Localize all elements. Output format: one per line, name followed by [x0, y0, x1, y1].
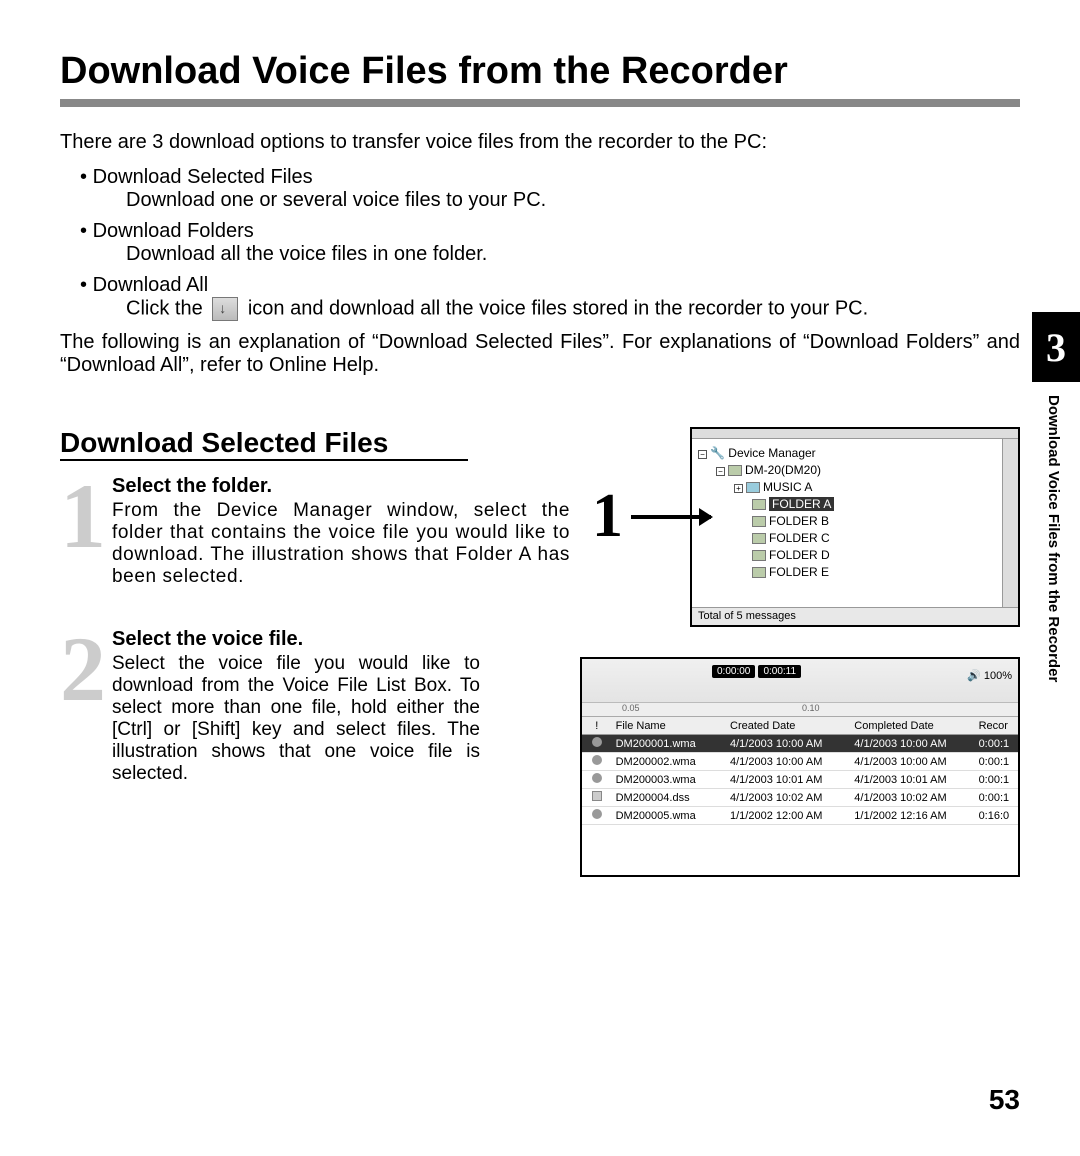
tree-folder-e[interactable]: FOLDER E [698, 564, 1012, 581]
step-1-body: From the Device Manager window, select t… [112, 500, 570, 588]
page-title: Download Voice Files from the Recorder [60, 50, 1020, 93]
status-bar: Total of 5 messages [692, 607, 1018, 625]
download-all-icon [212, 297, 238, 321]
table-row[interactable]: DM200005.wma 1/1/2002 12:00 AM 1/1/2002 … [582, 807, 1018, 825]
tree-folder-b[interactable]: FOLDER B [698, 513, 1012, 530]
tree-folder-a[interactable]: FOLDER A [698, 496, 1012, 513]
time-total: 0:00:11 [758, 665, 801, 678]
step-1-number: 1 [60, 481, 106, 553]
step-1-title: Select the folder. [112, 475, 570, 498]
options-list: • Download Selected Files Download one o… [80, 166, 1020, 321]
option-1-desc: Download one or several voice files to y… [126, 189, 1020, 212]
time-current: 0:00:00 [712, 665, 755, 678]
tree-music[interactable]: +MUSIC A [698, 479, 1012, 496]
side-title: Download Voice Files from the Recorder [1045, 395, 1062, 682]
table-row[interactable]: DM200004.dss 4/1/2003 10:02 AM 4/1/2003 … [582, 789, 1018, 807]
device-manager-screenshot: −🔧 Device Manager −DM-20(DM20) +MUSIC A … [690, 427, 1020, 627]
table-row[interactable]: DM200002.wma 4/1/2003 10:00 AM 4/1/2003 … [582, 753, 1018, 771]
step-2-title: Select the voice file. [112, 628, 480, 651]
table-header: ! File Name Created Date Completed Date … [582, 717, 1018, 735]
waveform-ruler: 0.05 0.10 [582, 702, 1018, 716]
tree-device[interactable]: −DM-20(DM20) [698, 462, 1012, 479]
step-1: 1 Select the folder. From the Device Man… [60, 475, 570, 588]
step-2-number: 2 [60, 634, 106, 706]
pointer-1: 1 [592, 481, 711, 552]
file-list-screenshot: 0:00:00 0:00:11 🔊 100% 0.05 0.10 ! File … [580, 657, 1020, 877]
title-rule [60, 99, 1020, 107]
step-2-body: Select the voice file you would like to … [112, 653, 480, 785]
volume-label: 🔊 100% [967, 669, 1012, 682]
tree-folder-c[interactable]: FOLDER C [698, 530, 1012, 547]
intro-text: There are 3 download options to transfer… [60, 131, 1020, 154]
step-2: 2 Select the voice file. Select the voic… [60, 628, 480, 785]
option-3-name: • Download All [80, 274, 1020, 297]
tree-root[interactable]: −🔧 Device Manager [698, 445, 1012, 462]
table-row[interactable]: DM200001.wma 4/1/2003 10:00 AM 4/1/2003 … [582, 735, 1018, 753]
scrollbar[interactable] [1002, 439, 1018, 607]
option-2-desc: Download all the voice files in one fold… [126, 243, 1020, 266]
option-3-desc: Click the icon and download all the voic… [126, 297, 1020, 321]
explain-text: The following is an explanation of “Down… [60, 331, 1020, 377]
option-2-name: • Download Folders [80, 220, 1020, 243]
table-row[interactable]: DM200003.wma 4/1/2003 10:01 AM 4/1/2003 … [582, 771, 1018, 789]
chapter-tab: 3 [1032, 312, 1080, 382]
subheading: Download Selected Files [60, 427, 468, 461]
page-number: 53 [989, 1084, 1020, 1116]
tree-folder-d[interactable]: FOLDER D [698, 547, 1012, 564]
option-1-name: • Download Selected Files [80, 166, 1020, 189]
